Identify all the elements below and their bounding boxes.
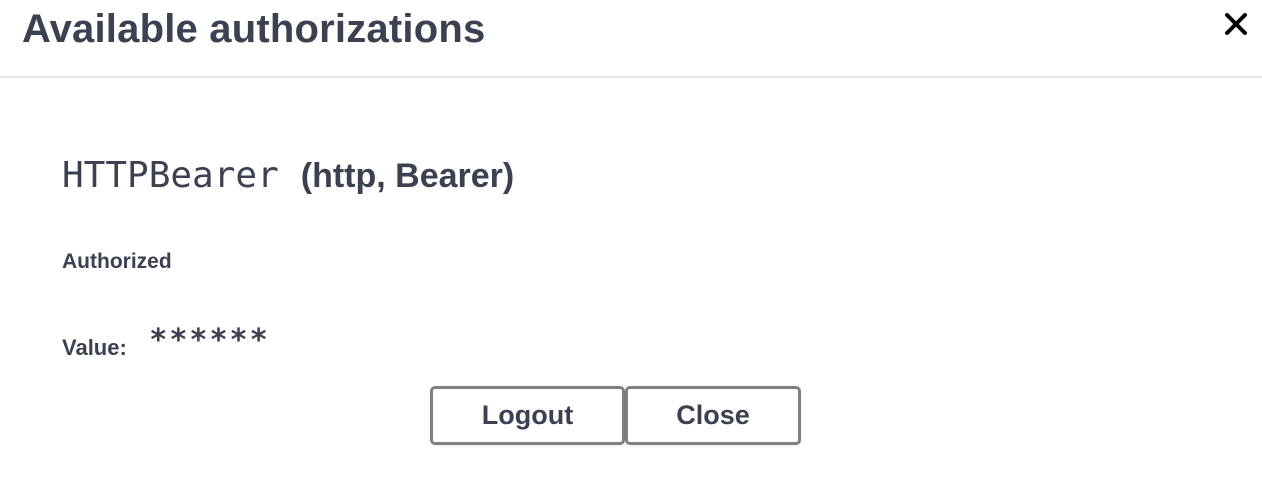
close-button[interactable]: Close — [625, 386, 801, 445]
modal-actions: Logout Close — [430, 386, 801, 445]
modal-title: Available authorizations — [22, 7, 486, 51]
auth-status: Authorized — [62, 250, 172, 273]
logout-button[interactable]: Logout — [430, 386, 625, 445]
value-row: Value: ****** — [62, 323, 270, 363]
scheme-heading: HTTPBearer (http, Bearer) — [62, 150, 514, 201]
modal-header: Available authorizations — [0, 0, 1262, 78]
value-label: Value: — [62, 335, 127, 360]
scheme-type: (http, Bearer) — [300, 157, 515, 195]
close-icon[interactable] — [1224, 12, 1248, 36]
authorization-modal: Available authorizations HTTPBearer (htt… — [0, 0, 1262, 490]
token-value: ****** — [149, 323, 270, 358]
scheme-name: HTTPBearer — [62, 155, 279, 196]
